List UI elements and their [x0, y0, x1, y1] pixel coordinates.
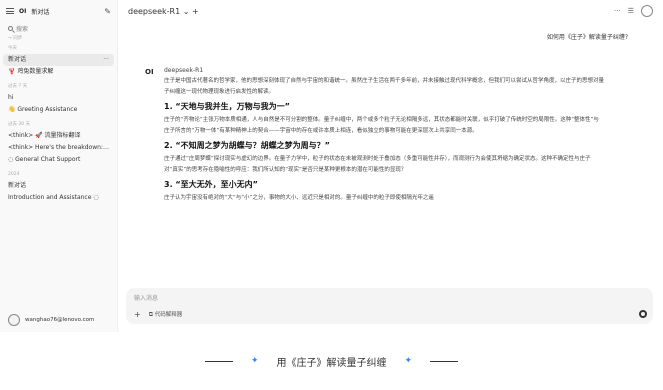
add-attachment-icon[interactable]: + [134, 310, 141, 319]
answer-heading-1: 1. “天地与我并生，万物与我为一” [164, 102, 290, 111]
group-label-2024: 2024 [8, 172, 20, 177]
avatar [8, 314, 20, 326]
more-options-icon[interactable]: ··· [103, 54, 109, 66]
user-question: 如何用《庄子》解读量子纠缠? [546, 34, 628, 41]
menu-icon[interactable] [6, 8, 14, 14]
search-icon [8, 25, 13, 31]
chat-main: deepseek-R1 ⌄ + ··· ☰ 如何用《庄子》解读量子纠缠? OI … [118, 0, 663, 332]
settings-icon[interactable]: ☰ [628, 7, 634, 15]
header-avatar[interactable] [641, 5, 653, 17]
user-email: wanghao76@lenovo.com [25, 317, 95, 323]
answer-intro: 庄子是中国古代著名的哲学家，他的思想深刻体现了自然与宇宙的和谐统一。虽然庄子生活… [164, 78, 605, 95]
code-interpreter-icon: ⧉ [148, 311, 153, 318]
group-label-7days: 过去 7 天 [8, 84, 28, 89]
message-input[interactable]: 输入消息 [134, 293, 158, 302]
user-profile[interactable]: wanghao76@lenovo.com [8, 314, 94, 326]
sidebar-item[interactable]: Introduction and Assistance ◌ [0, 192, 117, 204]
answer-paragraph-2: 庄子通过“庄周梦蝶”探讨现实与虚幻的边界。在量子力学中，粒子的状态在未被观测时处… [164, 156, 591, 173]
search-placeholder: 搜索 [16, 25, 29, 33]
caption-bar: ✦ 用《庄子》解读量子纠缠 ✦ [0, 332, 663, 390]
more-icon[interactable]: ··· [614, 7, 621, 15]
code-interpreter-button[interactable]: ⧉ 代码解释器 [149, 310, 183, 319]
sidebar-item-label: 新对话 [8, 56, 27, 63]
answer-paragraph-3: 庄子认为宇宙没有绝对的“大”与“小”之分，事物的大小、远近只是相对的。量子纠缠中… [164, 195, 434, 201]
assistant-model-name: deepseek-R1 [164, 67, 204, 74]
answer-paragraph-1: 庄子的“齐物论”主张万物本质相通，人与自然是不可分割的整体。量子纠缠中，两个或多… [164, 117, 599, 134]
sidebar-item[interactable]: 🦞 鸡兔数量求解 [0, 66, 117, 78]
caption-line-right [430, 360, 459, 362]
sidebar-item-active-chat[interactable]: 新对话 ··· [3, 54, 114, 66]
sidebar-item[interactable]: hi [0, 92, 117, 104]
answer-heading-3: 3. “至大无外，至小无内” [164, 180, 258, 189]
assistant-logo-icon: OI [145, 68, 154, 76]
new-chat-label[interactable]: 新对话 [31, 7, 49, 16]
sidebar-item[interactable]: <think> Here's the breakdown: 1. [0, 142, 117, 154]
sidebar-item[interactable]: <think> 🚀 流量指标翻译 [0, 130, 117, 142]
sidebar-item[interactable]: 新对话 [0, 180, 117, 192]
sidebar-header: OI 新对话 ✎ [0, 0, 117, 22]
caption-line-left [204, 360, 233, 362]
star-icon: ✦ [250, 356, 259, 366]
group-label-30days: 过去 30 天 [8, 122, 31, 127]
sidebar-search[interactable]: 搜索 [0, 22, 117, 34]
group-label-sync: → 同步 [8, 36, 23, 41]
caption-text: 用《庄子》解读量子纠缠 [276, 357, 387, 369]
sidebar: OI 新对话 ✎ 搜索 → 同步 今天 新对话 ··· 🦞 鸡兔数量求解 过去 … [0, 0, 118, 332]
new-chat-edit-icon[interactable]: ✎ [104, 7, 111, 16]
app-window: OI 新对话 ✎ 搜索 → 同步 今天 新对话 ··· 🦞 鸡兔数量求解 过去 … [0, 0, 663, 332]
code-interpreter-label: 代码解释器 [154, 312, 183, 318]
chat-header: deepseek-R1 ⌄ + ··· ☰ [118, 0, 663, 22]
app-logo: OI [19, 7, 27, 15]
assistant-message: OI deepseek-R1 庄子是中国古代著名的哲学家，他的思想深刻体现了自然… [145, 67, 605, 204]
sidebar-item[interactable]: ◌ General Chat Support [0, 154, 117, 166]
send-icon[interactable] [639, 310, 647, 318]
star-icon: ✦ [404, 356, 413, 366]
message-input-box[interactable]: 输入消息 + ⧉ 代码解释器 [126, 288, 653, 324]
answer-heading-2: 2. “不知周之梦为胡蝶与？胡蝶之梦为周与？” [164, 141, 330, 150]
sidebar-item[interactable]: 👋 Greeting Assistance [0, 104, 117, 116]
model-selector[interactable]: deepseek-R1 ⌄ + [128, 7, 199, 16]
group-label-today: 今天 [8, 46, 17, 51]
